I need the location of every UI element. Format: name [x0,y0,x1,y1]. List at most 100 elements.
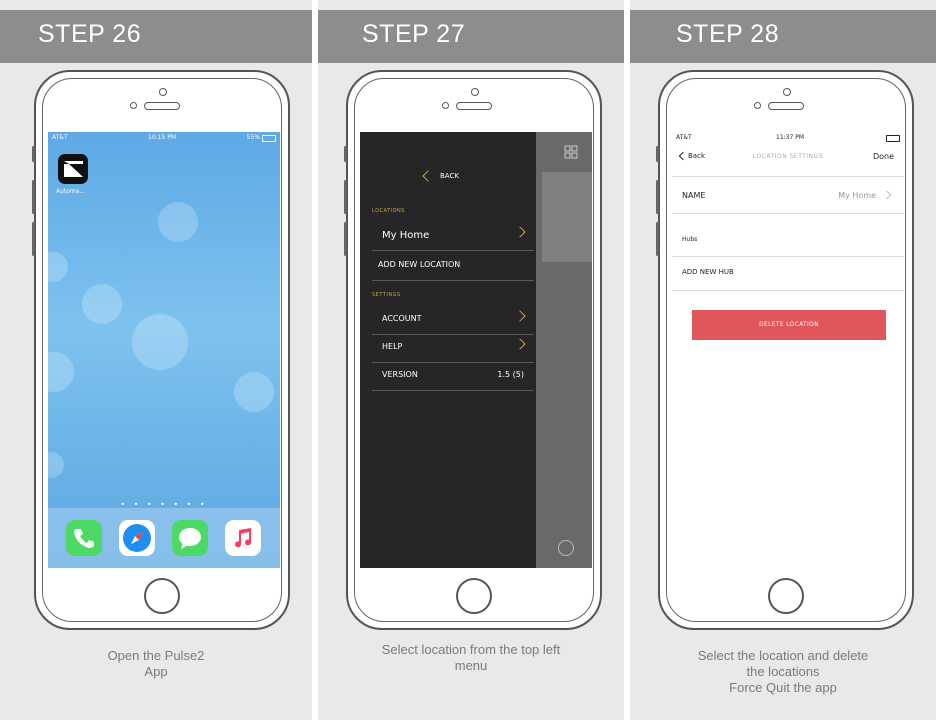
front-camera [159,88,167,96]
wallpaper-bubble [132,314,188,370]
step-26-caption: Open the Pulse2 App [0,648,312,680]
automate-logo-icon [64,161,83,177]
home-button[interactable] [768,578,804,614]
version-label: VERSION [382,370,418,379]
wallpaper-bubble [158,202,198,242]
clock-icon[interactable] [558,540,574,556]
add-new-location-item[interactable]: ADD NEW LOCATION [372,252,534,281]
grid-view-icon[interactable] [564,144,578,159]
clock: 10:15 PM [148,134,176,141]
status-bar: AT&T 10:15 PM 55% [48,132,280,144]
phone-mockup-step-28: AT&T 11:37 PM Back LOCATION SETTINGS Don… [656,70,914,630]
phone-mockup-step-26: AT&T 10:15 PM 55% Automa... • • • • • • … [32,70,290,630]
carrier-label: AT&T [52,134,68,141]
wallpaper-bubble [48,252,68,282]
volume-up-button [32,180,35,214]
step-28-title: STEP 28 [676,20,780,48]
step-26-bar: STEP 26 [0,10,312,63]
delete-location-button[interactable]: DELETE LOCATION [692,310,886,340]
caption-line: Open the Pulse2 [107,648,205,663]
side-menu-panel: BACK LOCATIONS My Home ADD NEW LOCATION … [360,132,536,568]
mute-switch [656,146,659,162]
account-label: ACCOUNT [382,314,422,323]
phone-mockup-step-27: BACK LOCATIONS My Home ADD NEW LOCATION … [344,70,602,630]
proximity-sensor [442,102,449,109]
volume-down-button [344,222,347,256]
earpiece-speaker [144,102,180,110]
proximity-sensor [754,102,761,109]
hubs-label: Hubs [682,236,698,243]
wallpaper-bubble [82,284,122,324]
name-label: NAME [682,191,706,200]
mute-switch [32,146,35,162]
earpiece-speaker [456,102,492,110]
carrier-label: AT&T [676,134,692,141]
back-chevron-icon[interactable] [422,170,434,182]
name-value: My Home [838,191,876,200]
status-bar: AT&T 11:37 PM [672,132,904,144]
phone-icon[interactable] [66,520,102,556]
wallpaper-bubble [234,372,274,412]
front-camera [471,88,479,96]
battery-icon [886,135,900,142]
proximity-sensor [130,102,137,109]
done-button[interactable]: Done [873,152,894,161]
chevron-right-icon [514,226,526,238]
account-menu-item[interactable]: ACCOUNT [372,306,534,335]
location-item-my-home[interactable]: My Home [372,222,534,251]
add-new-location-label: ADD NEW LOCATION [378,260,461,269]
step-28-caption: Select the location and delete the locat… [630,648,936,696]
caption-line: App [144,664,168,679]
dimmed-app-content[interactable] [536,132,592,568]
mute-switch [344,146,347,162]
volume-down-button [32,222,35,256]
step-26-title: STEP 26 [38,20,142,48]
volume-down-button [656,222,659,256]
wallpaper-bubble [48,452,64,478]
battery-percent: 55% [246,134,260,141]
front-camera [783,88,791,96]
home-button[interactable] [144,578,180,614]
caption-line: menu [454,658,488,673]
home-screen: AT&T 10:15 PM 55% Automa... • • • • • • … [48,132,280,568]
wallpaper-bubble [48,352,74,392]
chevron-right-icon [882,190,892,200]
add-new-hub-row[interactable]: ADD NEW HUB [672,256,904,291]
safari-icon[interactable] [119,520,155,556]
earpiece-speaker [768,102,804,110]
pulse2-app-icon[interactable] [58,154,88,184]
location-name: My Home [382,230,430,241]
add-new-hub-label: ADD NEW HUB [682,268,734,276]
chevron-right-icon [514,338,526,350]
dimmed-photo [542,172,592,262]
home-button[interactable] [456,578,492,614]
clock: 11:37 PM [776,134,804,141]
volume-up-button [656,180,659,214]
side-menu-screen: BACK LOCATIONS My Home ADD NEW LOCATION … [360,132,592,568]
caption-line: Select location from the top left [381,642,561,657]
page-title: LOCATION SETTINGS [752,153,824,160]
caption-line: Force Quit the app [729,680,837,695]
step-28-bar: STEP 28 [630,10,936,63]
battery-icon [262,135,276,142]
step-27-title: STEP 27 [362,20,466,48]
hubs-section-row: Hubs [672,212,904,257]
version-row: VERSION 1.5 (5) [372,362,534,391]
volume-up-button [344,180,347,214]
dock [48,508,280,568]
app-icon-label: Automa... [56,188,86,195]
step-27-caption: Select location from the top left menu [318,642,624,674]
settings-section-label: SETTINGS [372,292,401,298]
help-label: HELP [382,342,403,351]
locations-section-label: LOCATIONS [372,208,405,214]
caption-line: the locations [746,664,820,679]
step-27-bar: STEP 27 [318,10,624,63]
messages-icon[interactable] [172,520,208,556]
location-settings-screen: AT&T 11:37 PM Back LOCATION SETTINGS Don… [672,132,904,568]
caption-line: Select the location and delete [697,648,869,663]
name-row[interactable]: NAME My Home [672,176,904,214]
back-button[interactable]: BACK [440,172,459,180]
version-value: 1.5 (5) [497,370,524,379]
help-menu-item[interactable]: HELP [372,334,534,363]
music-icon[interactable] [225,520,261,556]
